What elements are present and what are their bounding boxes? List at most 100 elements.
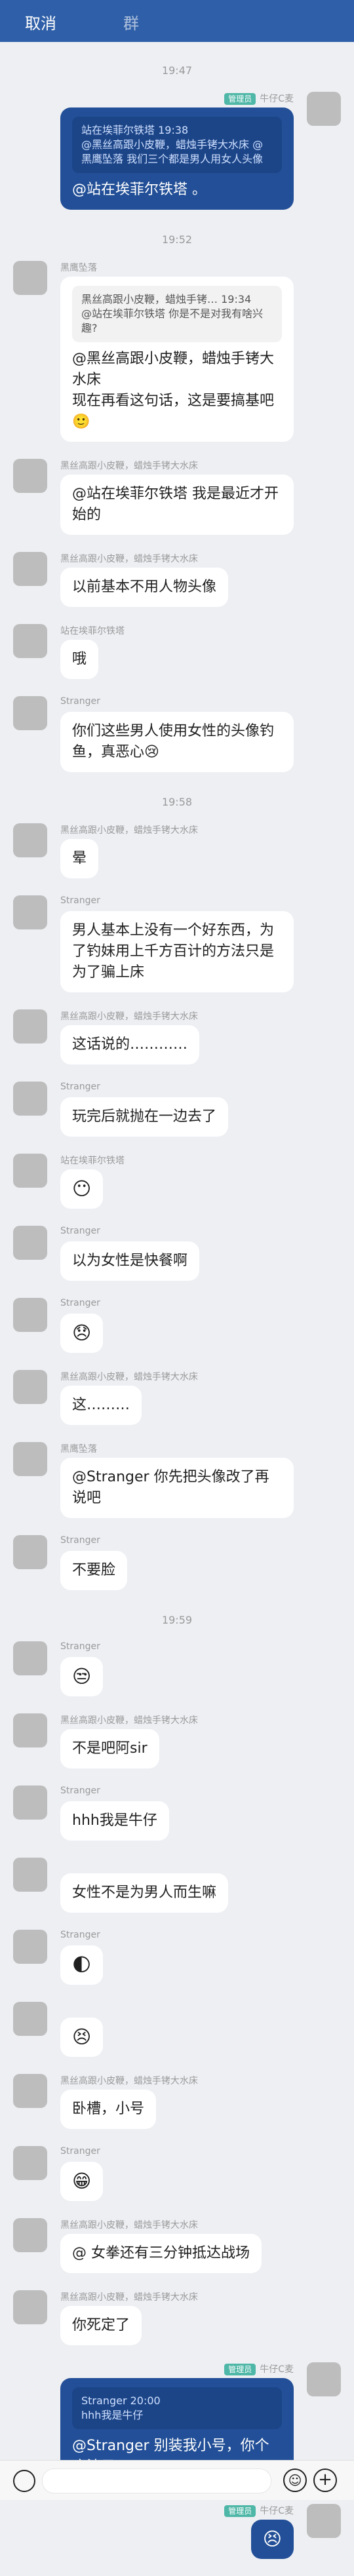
message-bubble[interactable]: 😁 [60,2162,104,2201]
message-text: 晕 [72,850,87,867]
message-bubble[interactable]: 哦 [60,640,99,679]
message-text: @站在埃菲尔铁塔 。 [72,182,206,198]
chat-scroll[interactable]: 19:47 管理员 牛仔C麦 站在埃菲尔铁塔 19:38 @黑丝高跟小皮鞭，蜡烛手铐大… [0,42,354,2576]
message-bubble[interactable]: 😣 [250,2520,294,2559]
message-text: 卧槽，小号 [72,2101,145,2117]
sender-name-text: 站在埃菲尔铁塔 [60,1156,125,1166]
message-bubble[interactable]: 你死定了 [60,2306,142,2345]
message-bubble[interactable]: 女性不是为男人而生嘛 [60,1873,229,1913]
sender-name: 黑丝高跟小皮鞭，蜡烛手铐大水床 [60,552,198,565]
sender-name-text: 牛仔C麦 [260,2506,294,2516]
message-text: hhh我是牛仔 [72,1812,157,1829]
avatar[interactable] [13,1298,47,1332]
avatar[interactable] [13,696,47,730]
avatar[interactable] [307,92,341,126]
avatar[interactable] [13,1154,47,1188]
avatar[interactable] [13,2290,47,2324]
sender-name: Stranger [60,2146,100,2156]
message-bubble[interactable]: @Stranger 你先把头像改了再说吧 [60,1458,294,1518]
chat-title: 群 [123,14,139,33]
avatar[interactable] [13,1858,47,1892]
message-text: 😶 [72,1178,92,1200]
message-bubble[interactable]: hhh我是牛仔 [60,1801,169,1841]
avatar[interactable] [13,624,47,658]
message-input[interactable] [42,2469,271,2493]
avatar[interactable] [13,2146,47,2180]
avatar[interactable] [13,1226,47,1260]
message: 黑丝高跟小皮鞭，蜡烛手铐大水床 不是吧阿sir [0,1713,354,1768]
message-text: 不要脸 [72,1562,116,1578]
quoted-message[interactable]: Stranger 20:00 hhh我是牛仔 [72,2387,282,2429]
avatar[interactable] [13,1930,47,1964]
sender-name-text: Stranger [60,895,100,906]
avatar[interactable] [13,2218,47,2252]
avatar[interactable] [13,1082,47,1116]
sender-name-text: Stranger [60,1298,100,1308]
avatar[interactable] [13,261,47,295]
sender-name: 黑丝高跟小皮鞭，蜡烛手铐大水床 [60,2218,198,2231]
sender-name: 黑丝高跟小皮鞭，蜡烛手铐大水床 [60,2290,198,2303]
message-bubble[interactable]: 以为女性是快餐啊 [60,1241,200,1281]
message-bubble[interactable]: @站在埃菲尔铁塔 我是最近才开始的 [60,475,294,535]
message: 黑丝高跟小皮鞭，蜡烛手铐大水床 这话说的………… [0,1009,354,1064]
avatar[interactable] [307,2362,341,2396]
message: Stranger 🌓 [0,1930,354,1985]
quoted-message[interactable]: 黑丝高跟小皮鞭，蜡烛手铐… 19:34 @站在埃菲尔铁塔 你是不是对我有啥兴趣? [72,286,282,342]
message-bubble[interactable]: 😒 [60,1657,104,1696]
sender-name-text: 黑鹰坠落 [60,1444,97,1454]
timestamp: 19:52 [161,233,193,246]
avatar[interactable] [13,1713,47,1747]
message-bubble[interactable]: 站在埃菲尔铁塔 19:38 @黑丝高跟小皮鞭，蜡烛手铐大水床 @黑鹰坠落 我们三… [60,107,294,210]
sender-name: 黑丝高跟小皮鞭，蜡烛手铐大水床 [60,459,198,472]
message-bubble[interactable]: 晕 [60,839,99,878]
message-bubble[interactable]: 不要脸 [60,1551,128,1590]
message-bubble[interactable]: 你们这些男人使用女性的头像钓鱼，真恶心😢 [60,712,294,772]
message-bubble[interactable]: 这……… [60,1386,142,1425]
cancel-button[interactable]: 取消 [25,10,56,33]
voice-button[interactable] [13,2470,35,2492]
emoji-button[interactable]: ☺ [283,2469,307,2492]
avatar[interactable] [13,1535,47,1569]
message-bubble[interactable]: 以前基本不用人物头像 [60,568,229,607]
avatar[interactable] [13,552,47,586]
sender-name: Stranger [60,895,100,906]
sender-name: Stranger [60,1930,100,1940]
avatar[interactable] [13,1009,47,1044]
message-bubble[interactable]: 😞 [60,1314,104,1353]
avatar[interactable] [13,1641,47,1675]
message-text: @ 女拳还有三分钟抵达战场 [72,2245,250,2261]
avatar[interactable] [13,1442,47,1476]
avatar[interactable] [13,2074,47,2108]
message-bubble[interactable]: 黑丝高跟小皮鞭，蜡烛手铐… 19:34 @站在埃菲尔铁塔 你是不是对我有啥兴趣?… [60,277,294,442]
message-bubble[interactable]: 玩完后就抛在一边去了 [60,1097,229,1137]
message: 黑丝高跟小皮鞭，蜡烛手铐大水床以前基本不用人物头像 [0,552,354,607]
message-bubble[interactable]: 😣 [60,2018,104,2057]
message-text: 不是吧阿sir [72,1740,148,1757]
message-bubble[interactable]: @ 女拳还有三分钟抵达战场 [60,2234,262,2273]
avatar[interactable] [13,823,47,857]
avatar[interactable] [307,2504,341,2538]
message-text: 😞 [72,1322,92,1344]
message: 管理员 牛仔C麦站在埃菲尔铁塔 19:38 @黑丝高跟小皮鞭，蜡烛手铐大水床 @黑… [0,92,354,210]
message-bubble[interactable]: 这话说的………… [60,1025,200,1064]
message: 😣 [0,2002,354,2057]
message-bubble[interactable]: 🌓 [60,1945,104,1985]
message: 黑丝高跟小皮鞭，蜡烛手铐大水床晕 [0,823,354,878]
avatar[interactable] [13,2002,47,2036]
avatar[interactable] [13,459,47,493]
avatar[interactable] [13,1786,47,1820]
message-bubble[interactable]: 😶 [60,1169,104,1209]
message: Stranger 你们这些男人使用女性的头像钓鱼，真恶心😢 [0,696,354,772]
sender-name: 管理员 牛仔C麦 [224,92,294,105]
message-text: 女性不是为男人而生嘛 [72,1884,217,1901]
message-bubble[interactable]: 男人基本上没有一个好东西，为了钓妹用上千方百计的方法只是为了骗上床 [60,911,294,992]
quoted-message[interactable]: 站在埃菲尔铁塔 19:38 @黑丝高跟小皮鞭，蜡烛手铐大水床 @黑鹰坠落 我们三… [72,117,282,173]
avatar[interactable] [13,1370,47,1404]
message: 黑鹰坠落 黑丝高跟小皮鞭，蜡烛手铐… 19:34 @站在埃菲尔铁塔 你是不是对我有… [0,261,354,442]
sender-name-text: Stranger [60,1082,100,1092]
avatar[interactable] [13,895,47,929]
message-bubble[interactable]: 不是吧阿sir [60,1729,159,1768]
message: 黑丝高跟小皮鞭，蜡烛手铐大水床 @站在埃菲尔铁塔 我是最近才开始的 [0,459,354,535]
plus-button[interactable]: + [313,2469,337,2492]
message-bubble[interactable]: 卧槽，小号 [60,2090,157,2129]
